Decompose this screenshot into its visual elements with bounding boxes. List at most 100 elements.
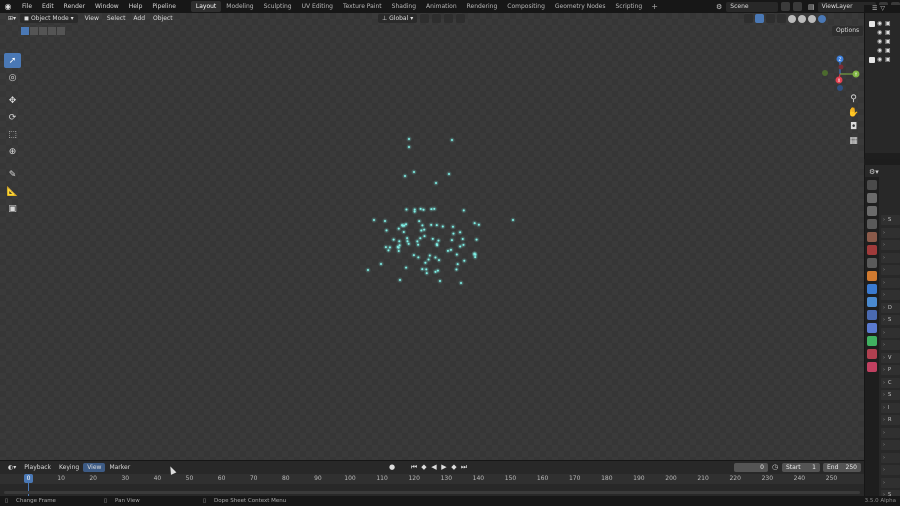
property-panel-row[interactable]: › [881, 252, 900, 263]
neg-y-axis-handle[interactable] [822, 70, 828, 76]
jump-end-icon[interactable]: ⏭ [460, 463, 468, 471]
select-new-icon[interactable] [21, 27, 29, 35]
property-panel-row[interactable]: › [881, 227, 900, 238]
cursor-icon[interactable]: ◎ [4, 70, 21, 85]
snap-icon[interactable] [432, 14, 442, 23]
property-panel-row[interactable]: › [881, 465, 900, 475]
texture-tab-icon[interactable] [867, 362, 877, 372]
overlay-toggle-icon[interactable] [766, 14, 775, 23]
property-panel-row[interactable]: › S [881, 390, 900, 400]
camera-icon[interactable]: ▣ [885, 47, 891, 54]
prev-keyframe-icon[interactable]: ◆ [420, 463, 428, 471]
property-panel-row[interactable]: › [881, 265, 900, 275]
remove-scene-icon[interactable] [793, 2, 803, 11]
navigation-gizmo[interactable]: Z Y X [816, 51, 864, 97]
tab-layout[interactable]: Layout [190, 1, 222, 12]
menu-edit[interactable]: Edit [37, 0, 59, 13]
select-intersect-icon[interactable] [57, 27, 65, 35]
scale-icon[interactable]: ⬚ [4, 127, 21, 142]
tool-tab-icon[interactable] [867, 180, 877, 190]
eye-icon[interactable]: ◉ [877, 47, 883, 54]
copy-scene-icon[interactable] [781, 2, 791, 11]
property-panel-row[interactable]: › V [881, 352, 900, 363]
scene-name-field[interactable]: Scene [726, 1, 779, 12]
camera-icon[interactable]: ▣ [885, 20, 891, 27]
visibility-icon[interactable] [744, 14, 753, 23]
data-tab-icon[interactable] [867, 336, 877, 346]
tab-geometry-nodes[interactable]: Geometry Nodes [550, 1, 611, 12]
3d-viewport[interactable]: ⊞▾ ◼ Object Mode ▾ View Select Add Object ⊥… [0, 13, 864, 460]
render-tab-icon[interactable] [867, 193, 877, 203]
eye-icon[interactable]: ◉ [877, 29, 883, 36]
outliner-menu-icon[interactable]: ☰ [872, 5, 877, 13]
pan-hand-icon[interactable]: ✋ [848, 107, 859, 118]
blender-logo-icon[interactable]: ◉ [3, 2, 13, 12]
frame-ruler[interactable]: 0 10 20 30 40 50 60 70 80 90 100 110 120 130 140 150 160… [0, 474, 864, 484]
rotate-icon[interactable]: ⟳ [4, 110, 21, 125]
collection-tab-icon[interactable] [867, 258, 877, 268]
tab-uv-editing[interactable]: UV Editing [297, 1, 338, 12]
property-panel-row[interactable]: › [881, 290, 900, 300]
tab-scripting[interactable]: Scripting [611, 1, 648, 12]
select-subtract-icon[interactable] [39, 27, 47, 35]
gizmo-toggle-icon[interactable] [755, 14, 764, 23]
menu-window[interactable]: Window [90, 0, 124, 13]
neg-z-axis-handle[interactable] [837, 85, 843, 91]
tab-sculpting[interactable]: Sculpting [259, 1, 297, 12]
select-box-icon[interactable]: ➚ [4, 53, 21, 68]
wireframe-shading-icon[interactable] [788, 14, 796, 23]
particles-tab-icon[interactable] [867, 297, 877, 307]
annotate-icon[interactable]: ✎ [4, 167, 21, 182]
property-panel-row[interactable]: › [881, 477, 900, 488]
material-shading-icon[interactable] [808, 14, 816, 23]
camera-view-icon[interactable]: ◘ [848, 121, 859, 132]
timeline-editor-icon[interactable]: ◐▾ [4, 463, 20, 472]
perspective-grid-icon[interactable]: ▦ [848, 135, 859, 146]
constraints-tab-icon[interactable] [867, 323, 877, 333]
camera-icon[interactable]: ▣ [885, 56, 891, 63]
transform-icon[interactable]: ⊕ [4, 144, 21, 159]
zoom-icon[interactable]: ⚲ [848, 93, 859, 104]
timeline-menu-marker[interactable]: Marker [105, 463, 134, 472]
tab-shading[interactable]: Shading [387, 1, 421, 12]
viewport-menu-object[interactable]: Object [149, 14, 177, 23]
rendered-shading-icon[interactable] [818, 14, 826, 23]
property-panel-row[interactable]: › S [881, 315, 900, 325]
timeline-scrollbar[interactable] [4, 491, 860, 494]
tab-animation[interactable]: Animation [421, 1, 462, 12]
timeline-menu-playback[interactable]: Playback [20, 463, 55, 472]
jump-start-icon[interactable]: ⏮ [410, 463, 418, 471]
property-panel-row[interactable]: › S [881, 215, 900, 225]
property-panel-row[interactable]: › [881, 277, 900, 288]
outliner-row[interactable]: ◉ ▣ [865, 46, 900, 55]
property-panel-row[interactable]: › [881, 340, 900, 350]
current-frame-field[interactable]: 0 [734, 463, 768, 472]
play-icon[interactable]: ▶ [440, 463, 448, 471]
eye-icon[interactable]: ◉ [877, 56, 883, 63]
outliner-filter-icon[interactable]: ▽ [880, 5, 885, 13]
play-reverse-icon[interactable]: ◀ [430, 463, 438, 471]
property-panel-row[interactable]: › [881, 440, 900, 450]
solid-shading-icon[interactable] [798, 14, 806, 23]
options-button[interactable]: Options [832, 26, 864, 36]
output-tab-icon[interactable] [867, 206, 877, 216]
property-panel-row[interactable]: › [881, 327, 900, 338]
next-keyframe-icon[interactable]: ◆ [450, 463, 458, 471]
record-icon[interactable]: ● [389, 463, 398, 472]
outliner-row[interactable]: ◉ ▣ [865, 55, 900, 64]
move-icon[interactable]: ✥ [4, 93, 21, 108]
scene-tab-icon[interactable] [867, 232, 877, 242]
tab-rendering[interactable]: Rendering [462, 1, 503, 12]
orientation-dropdown[interactable]: ⊥ Global ▾ [378, 14, 418, 23]
property-panel-row[interactable]: › D [881, 302, 900, 313]
menu-help[interactable]: Help [124, 0, 148, 13]
object-tab-icon[interactable] [867, 271, 877, 281]
end-frame-field[interactable]: End 250 [823, 463, 861, 472]
snap-target-icon[interactable] [444, 14, 454, 23]
properties-editor-icon[interactable]: ⚙▾ [869, 168, 879, 176]
select-invert-icon[interactable] [48, 27, 56, 35]
property-panel-row[interactable]: › [881, 240, 900, 250]
physics-tab-icon[interactable] [867, 310, 877, 320]
start-frame-field[interactable]: Start 1 [782, 463, 820, 472]
camera-icon[interactable]: ▣ [885, 29, 891, 36]
